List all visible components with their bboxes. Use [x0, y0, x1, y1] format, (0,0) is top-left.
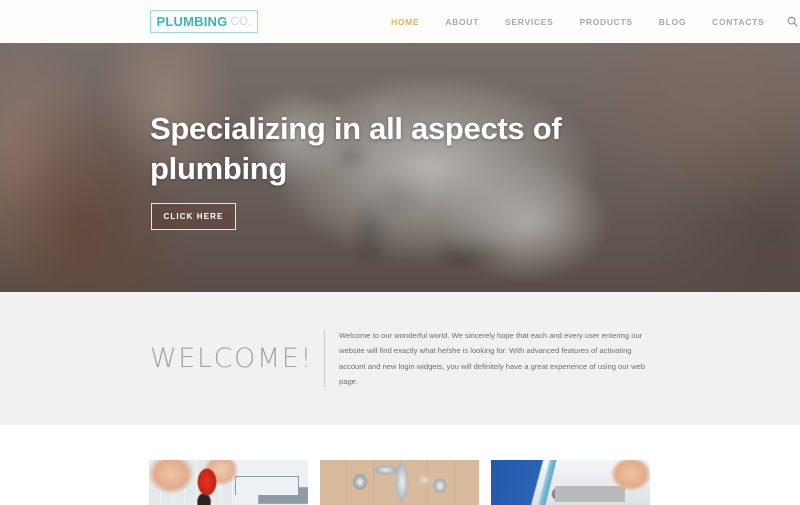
search-icon[interactable]	[777, 16, 800, 27]
logo-primary-text: PLUMBING	[156, 14, 228, 29]
main-navigation: HOME ABOUT SERVICES PRODUCTS BLOG CONTAC…	[378, 0, 800, 43]
hero-cta-label: CLICK HERE	[163, 212, 224, 221]
nav-item-about[interactable]: ABOUT	[432, 17, 492, 27]
nav-item-contacts[interactable]: CONTACTS	[699, 17, 777, 27]
nav-item-services[interactable]: SERVICES	[492, 17, 566, 27]
gallery-card-1[interactable]	[149, 460, 308, 505]
hero-title: Specializing in all aspects of plumbing	[150, 111, 562, 186]
welcome-heading: WELCOME!	[150, 343, 313, 374]
site-logo[interactable]: PLUMBING CO.	[150, 10, 258, 33]
nav-item-products[interactable]: PRODUCTS	[566, 17, 645, 27]
welcome-content: WELCOME! Welcome to our wonderful world.…	[150, 292, 650, 425]
welcome-section: WELCOME! Welcome to our wonderful world.…	[0, 292, 800, 425]
welcome-paragraph: Welcome to our wonderful world. We since…	[339, 331, 646, 386]
hero-section: Specializing in all aspects of plumbing …	[0, 43, 800, 292]
nav-item-blog[interactable]: BLOG	[646, 17, 699, 27]
gallery-row	[149, 460, 651, 505]
hero-content: Specializing in all aspects of plumbing …	[150, 43, 710, 292]
gallery-section	[0, 425, 800, 505]
hero-cta-button[interactable]: CLICK HERE	[151, 203, 236, 230]
logo-secondary-text: CO.	[230, 15, 252, 28]
gallery-card-2[interactable]	[320, 460, 479, 505]
site-header: PLUMBING CO. HOME ABOUT SERVICES PRODUCT…	[0, 0, 800, 43]
nav-item-home[interactable]: HOME	[378, 17, 432, 27]
gallery-card-3[interactable]	[491, 460, 650, 505]
